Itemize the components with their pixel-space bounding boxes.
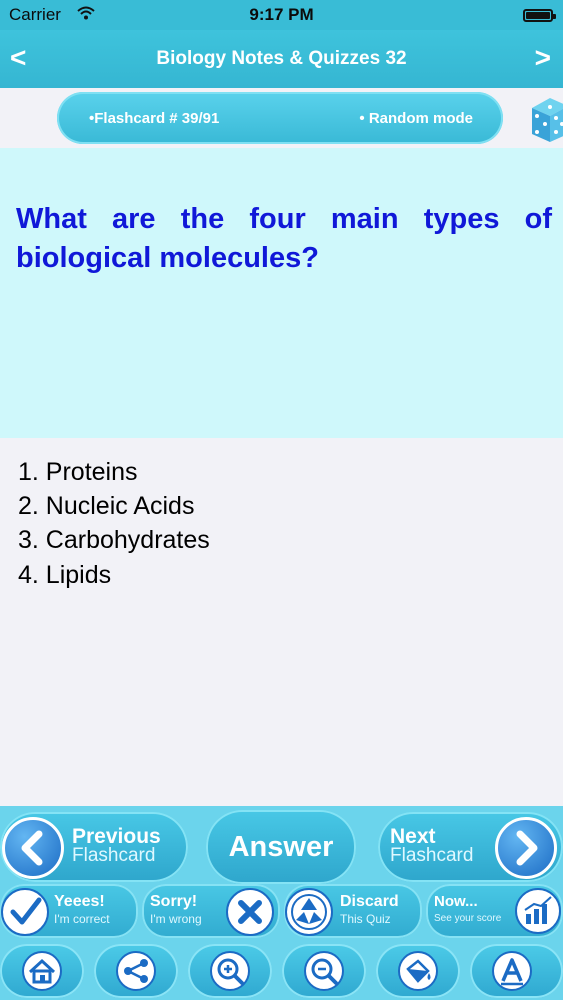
clock: 9:17 PM [249,5,314,24]
answer-line: 2. Nucleic Acids [18,492,195,520]
share-icon [116,951,156,991]
flashcard-counter: •Flashcard # 39/91 [89,110,220,127]
see-score-button[interactable]: Now... See your score [426,884,563,938]
answer-line: 1. Proteins [18,458,138,486]
answer-label: Answer [228,831,334,863]
correct-sublabel: I'm correct [54,912,110,926]
next-sublabel: Flashcard [390,845,474,866]
page-title: Biology Notes & Quizzes 32 [156,48,407,69]
answer-panel: 1. Proteins 2. Nucleic Acids 3. Carbohyd… [0,438,563,806]
share-button[interactable] [94,944,178,998]
cross-icon [226,888,274,936]
answer-button[interactable]: Answer [206,810,356,884]
score-sublabel: See your score [434,913,502,924]
discard-label: Discard [340,893,399,910]
dice-icon[interactable] [528,94,563,146]
status-bar: Carrier 9:17 PM [0,0,563,30]
mode-label: • Random mode [359,110,473,127]
forward-button[interactable]: > [535,42,551,74]
check-icon [1,888,49,936]
zoom-in-button[interactable] [188,944,272,998]
answer-line: 3. Carbohydrates [18,526,210,554]
previous-sublabel: Flashcard [72,845,156,866]
font-button[interactable] [470,944,563,998]
wrong-sublabel: I'm wrong [150,912,202,926]
bucket-icon [398,951,438,991]
previous-flashcard-button[interactable]: Previous Flashcard [0,812,188,882]
navigation-bar: < Biology Notes & Quizzes 32 > [0,30,563,88]
info-row: •Flashcard # 39/91 • Random mode [0,88,563,148]
discard-sublabel: This Quiz [340,912,391,926]
next-flashcard-button[interactable]: Next Flashcard [378,812,563,882]
font-icon [492,951,532,991]
discard-quiz-button[interactable]: Discard This Quiz [284,884,422,938]
question-panel: What are the four main types of biologic… [0,148,563,438]
wrong-button[interactable]: Sorry! I'm wrong [142,884,280,938]
wrong-label: Sorry! [150,893,198,910]
correct-button[interactable]: Yeees! I'm correct [0,884,138,938]
score-label: Now... [434,893,478,910]
answer-line: 4. Lipids [18,561,112,589]
background-color-button[interactable] [376,944,460,998]
previous-arrow-icon [2,817,64,879]
chart-icon [515,888,561,934]
next-arrow-icon [495,817,557,879]
zoom-out-icon [304,951,344,991]
zoom-in-icon [210,951,250,991]
correct-label: Yeees! [54,893,105,910]
zoom-out-button[interactable] [282,944,366,998]
flashcard-info-pill: •Flashcard # 39/91 • Random mode [57,92,503,144]
question-text: What are the four main types of biologic… [16,203,552,274]
home-icon [22,951,62,991]
recycle-icon [285,888,333,936]
home-button[interactable] [0,944,84,998]
battery-icon [523,9,556,22]
